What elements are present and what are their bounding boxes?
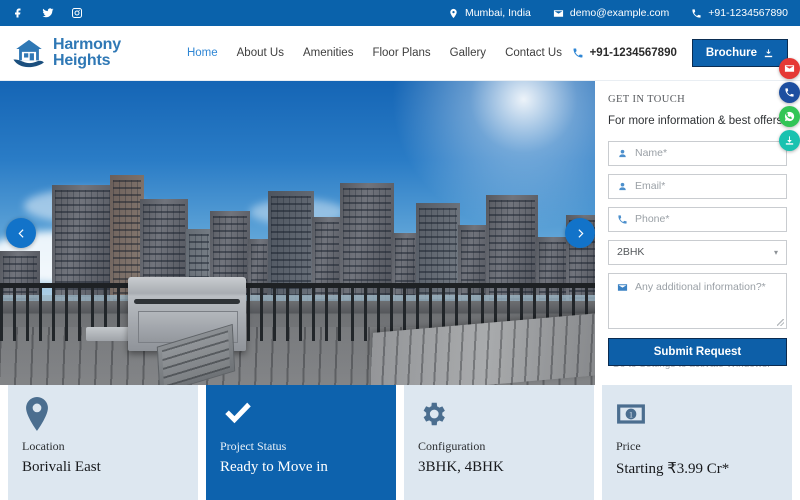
- configuration-select-value: 2BHK: [617, 246, 645, 259]
- feature-card-label: Project Status: [220, 439, 287, 453]
- feature-cards: Location Borivali East Project Status Re…: [0, 385, 800, 500]
- user-icon: [619, 182, 626, 190]
- feature-card-configuration: Configuration 3BHK, 4BHK: [404, 385, 594, 500]
- topbar-email-text: demo@example.com: [569, 7, 670, 19]
- phone-float-icon[interactable]: [779, 82, 800, 103]
- header-actions: +91-1234567890 Brochure: [572, 39, 788, 67]
- site-header: Harmony Heights Home About Us Amenities …: [0, 26, 800, 81]
- nav-item-contact-us[interactable]: Contact Us: [505, 47, 562, 59]
- configuration-select[interactable]: 2BHK ▾: [608, 239, 787, 265]
- form-eyebrow: GET IN TOUCH: [608, 94, 686, 105]
- floating-contact-buttons: [779, 58, 800, 151]
- phone-icon: [573, 48, 583, 58]
- feature-card-label: Location: [22, 439, 65, 453]
- top-contact-info: Mumbai, India demo@example.com +91-12345…: [448, 7, 788, 19]
- money-note-icon: 1: [616, 397, 778, 439]
- brochure-button[interactable]: Brochure: [691, 39, 788, 67]
- whatsapp-float-icon[interactable]: [779, 106, 800, 127]
- feature-card-price: 1 Price Starting ₹3.99 Cr*: [602, 385, 792, 500]
- logo-line-2: Heights: [53, 52, 111, 69]
- gear-icon: [418, 397, 580, 439]
- feature-card-value: 3BHK, 4BHK: [418, 459, 504, 475]
- textarea-resize-handle[interactable]: [777, 318, 784, 326]
- email-input[interactable]: Email*: [608, 173, 787, 199]
- phone-input-placeholder: Phone*: [635, 213, 670, 226]
- user-icon: [619, 149, 626, 157]
- envelope-icon: [553, 9, 563, 17]
- download-float-icon[interactable]: [779, 130, 800, 151]
- instagram-icon[interactable]: [70, 7, 83, 20]
- main-navigation: Home About Us Amenities Floor Plans Gall…: [187, 47, 562, 59]
- house-in-hand-logo-icon: [12, 37, 46, 69]
- phone-icon: [618, 215, 627, 224]
- brochure-button-label: Brochure: [705, 47, 757, 59]
- logo-line-1: Harmony: [53, 35, 121, 53]
- feature-card-project-status: Project Status Ready to Move in: [206, 385, 396, 500]
- svg-text:1: 1: [629, 410, 633, 420]
- facebook-icon[interactable]: [12, 7, 25, 20]
- envelope-icon: [617, 283, 628, 291]
- feature-card-label: Configuration: [418, 439, 486, 453]
- top-utility-bar: Mumbai, India demo@example.com +91-12345…: [0, 0, 800, 26]
- submit-request-button[interactable]: Submit Request: [608, 337, 787, 366]
- feature-card-value: Starting ₹3.99 Cr*: [616, 461, 730, 477]
- form-subtitle: For more information & best offers: [608, 115, 783, 127]
- carousel-next-button[interactable]: [565, 218, 595, 248]
- nav-item-home[interactable]: Home: [187, 47, 218, 59]
- topbar-email[interactable]: demo@example.com: [553, 7, 669, 19]
- feature-card-label: Price: [616, 439, 641, 453]
- site-logo[interactable]: Harmony Heights: [12, 35, 121, 70]
- chevron-right-icon: [577, 228, 584, 238]
- feature-card-value: Borivali East: [22, 459, 101, 475]
- phone-icon: [692, 8, 701, 18]
- topbar-phone-text: +91-1234567890: [708, 7, 788, 19]
- check-mark-icon: [220, 397, 382, 439]
- header-phone[interactable]: +91-1234567890: [572, 47, 677, 59]
- name-input[interactable]: Name*: [608, 140, 787, 166]
- carousel-prev-button[interactable]: [6, 218, 36, 248]
- feature-card-value: Ready to Move in: [220, 459, 328, 475]
- name-input-placeholder: Name*: [635, 147, 668, 160]
- nav-item-floor-plans[interactable]: Floor Plans: [372, 47, 430, 59]
- message-textarea-placeholder: Any additional information?*: [635, 280, 766, 293]
- phone-input[interactable]: Phone*: [608, 206, 787, 232]
- social-links: [12, 7, 83, 20]
- nav-item-amenities[interactable]: Amenities: [303, 47, 354, 59]
- download-icon: [764, 48, 773, 57]
- enquiry-form-panel: GET IN TOUCH For more information & best…: [595, 81, 800, 385]
- location-pin-icon: [22, 397, 184, 439]
- email-float-icon[interactable]: [779, 58, 800, 79]
- nav-item-about-us[interactable]: About Us: [237, 47, 284, 59]
- feature-card-location: Location Borivali East: [8, 385, 198, 500]
- chevron-left-icon: [17, 228, 24, 238]
- hero-slider[interactable]: [0, 81, 595, 385]
- topbar-location-text: Mumbai, India: [464, 7, 531, 19]
- twitter-icon[interactable]: [41, 7, 54, 20]
- logo-wordmark: Harmony Heights: [53, 35, 121, 70]
- topbar-phone[interactable]: +91-1234567890: [691, 7, 788, 19]
- header-phone-text: +91-1234567890: [589, 47, 677, 59]
- main-region: GET IN TOUCH For more information & best…: [0, 58, 800, 385]
- chevron-down-icon: ▾: [773, 247, 778, 257]
- nav-item-gallery[interactable]: Gallery: [450, 47, 486, 59]
- email-input-placeholder: Email*: [635, 180, 666, 193]
- message-textarea[interactable]: Any additional information?*: [608, 272, 787, 329]
- topbar-location: Mumbai, India: [448, 7, 531, 19]
- map-pin-icon: [450, 8, 457, 18]
